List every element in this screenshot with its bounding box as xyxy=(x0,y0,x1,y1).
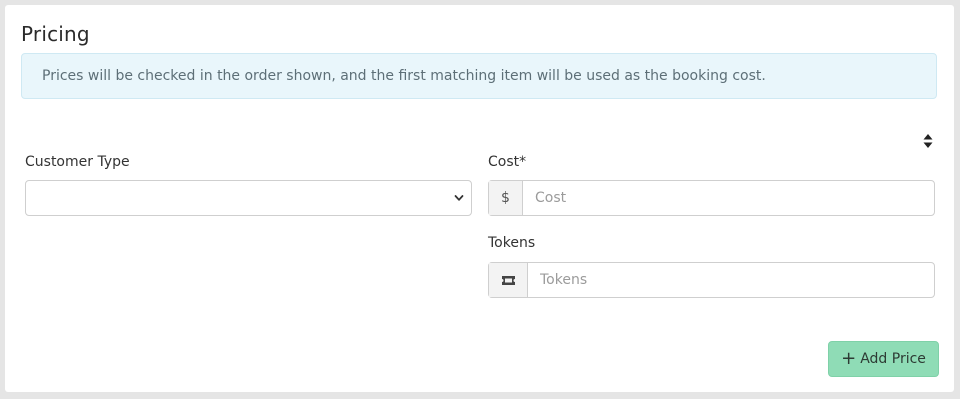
section-title: Pricing xyxy=(21,22,90,46)
cost-input[interactable] xyxy=(523,181,934,215)
dollar-addon: $ xyxy=(489,181,523,215)
add-price-label: Add Price xyxy=(860,351,926,367)
pricing-card: Pricing Prices will be checked in the or… xyxy=(5,5,954,392)
cost-input-group: $ xyxy=(488,180,935,216)
customer-type-label: Customer Type xyxy=(25,154,130,170)
sort-icon[interactable] xyxy=(923,133,933,149)
info-alert-text: Prices will be checked in the order show… xyxy=(42,68,766,84)
tokens-label: Tokens xyxy=(488,235,536,251)
chevron-down-icon xyxy=(454,195,464,201)
plus-icon: + xyxy=(841,348,857,369)
add-price-button[interactable]: + Add Price xyxy=(828,341,939,377)
cost-label: Cost* xyxy=(488,154,527,170)
info-alert: Prices will be checked in the order show… xyxy=(21,53,937,99)
tokens-addon xyxy=(489,263,528,297)
tokens-input-group xyxy=(488,262,935,298)
customer-type-select[interactable] xyxy=(25,180,472,216)
ticket-icon xyxy=(501,275,515,285)
tokens-input[interactable] xyxy=(528,263,934,297)
